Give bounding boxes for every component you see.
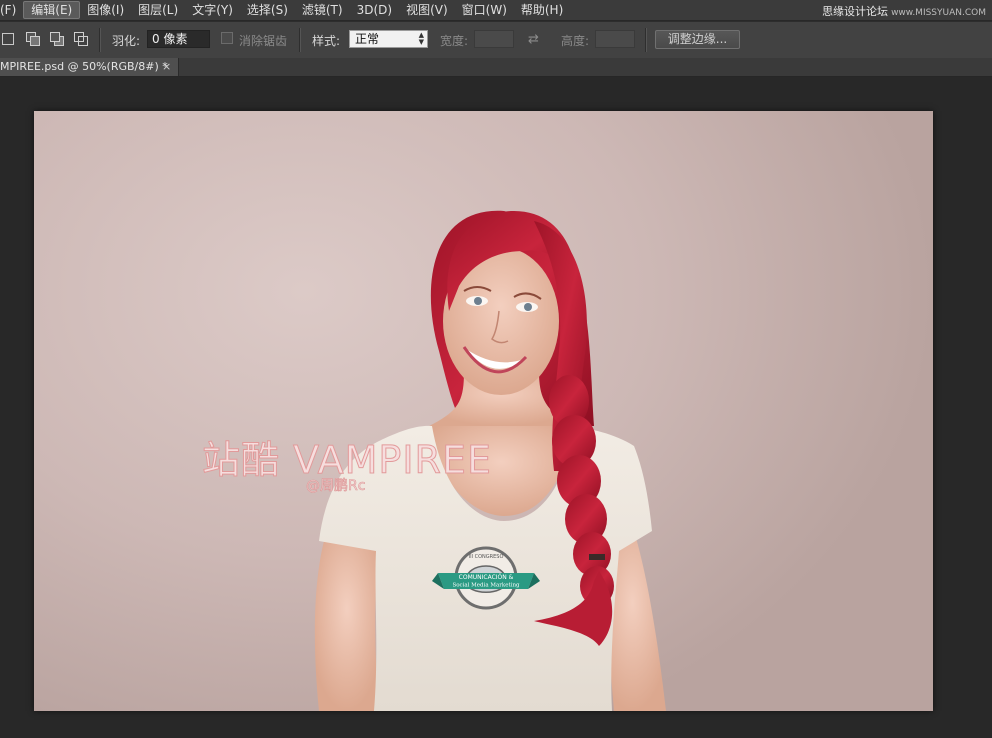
width-label: 宽度: <box>440 34 469 48</box>
width-input[interactable] <box>474 30 514 48</box>
document-tab[interactable]: MPIREE.psd @ 50%(RGB/8#) * × <box>0 58 179 76</box>
menu-bar: (F) 编辑(E) 图像(I) 图层(L) 文字(Y) 选择(S) 滤镜(T) … <box>0 0 992 20</box>
antialias-label: 消除锯齿 <box>239 34 288 48</box>
watermark-url: www.MISSYUAN.COM <box>891 8 986 18</box>
swap-icon[interactable]: ⇄ <box>528 32 539 47</box>
document-canvas[interactable]: III CONGRESO COMUNICACIÓN & Social Media… <box>34 111 933 711</box>
document-tab-title: MPIREE.psd @ 50%(RGB/8#) * <box>0 60 168 73</box>
menu-select[interactable]: 选择(S) <box>240 1 295 19</box>
menu-edit[interactable]: 编辑(E) <box>23 1 81 19</box>
menu-3d[interactable]: 3D(D) <box>350 1 399 19</box>
feather-label: 羽化: <box>112 34 141 48</box>
menu-file[interactable]: (F) <box>0 1 23 19</box>
close-icon[interactable]: × <box>162 58 171 76</box>
style-label: 样式: <box>312 34 341 48</box>
portrait-photo: III CONGRESO COMUNICACIÓN & Social Media… <box>314 210 666 711</box>
new-selection-icon[interactable] <box>2 33 14 45</box>
divider <box>645 28 647 52</box>
style-select-value: 正常 <box>355 32 380 46</box>
height-label: 高度: <box>561 34 590 48</box>
menu-view[interactable]: 视图(V) <box>399 1 455 19</box>
menu-type[interactable]: 文字(Y) <box>185 1 240 19</box>
intersect-selection-icon[interactable] <box>74 32 88 46</box>
height-input[interactable] <box>595 30 635 48</box>
menu-help[interactable]: 帮助(H) <box>514 1 570 19</box>
refine-edge-button[interactable]: 调整边缘... <box>655 30 740 49</box>
subtract-from-selection-icon[interactable] <box>50 32 64 46</box>
svg-text:III CONGRESO: III CONGRESO <box>469 554 504 560</box>
add-to-selection-icon[interactable] <box>26 32 40 46</box>
canvas-byline-text: @周鹏Rc <box>306 478 366 495</box>
menu-image[interactable]: 图像(I) <box>80 1 131 19</box>
chevron-updown-icon: ▲ ▼ <box>418 31 424 46</box>
watermark-text: 思缘设计论坛 <box>822 5 889 18</box>
menu-layer[interactable]: 图层(L) <box>131 1 185 19</box>
document-tab-bar: MPIREE.psd @ 50%(RGB/8#) * × <box>0 58 992 77</box>
style-select[interactable]: 正常 ▲ ▼ <box>349 30 428 48</box>
menu-filter[interactable]: 滤镜(T) <box>295 1 350 19</box>
site-watermark: 思缘设计论坛 www.MISSYUAN.COM <box>822 3 986 19</box>
svg-text:Social Media Marketing: Social Media Marketing <box>452 583 520 589</box>
divider <box>99 28 101 52</box>
feather-input[interactable]: 0 像素 <box>147 30 210 48</box>
options-bar: 羽化: 0 像素 消除锯齿 样式: 正常 ▲ ▼ 宽度: ⇄ 高度: 调整边缘..… <box>0 21 992 59</box>
divider <box>299 28 301 52</box>
menu-window[interactable]: 窗口(W) <box>455 1 514 19</box>
svg-text:COMUNICACIÓN &: COMUNICACIÓN & <box>459 574 514 581</box>
antialias-checkbox[interactable] <box>221 32 233 44</box>
